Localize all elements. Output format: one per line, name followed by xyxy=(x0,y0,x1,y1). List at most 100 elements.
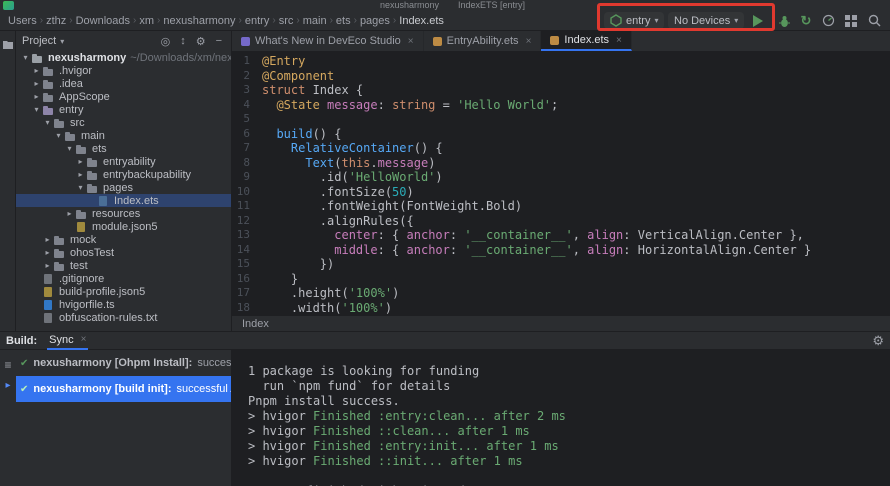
project-tree[interactable]: ▾nexusharmony~/Downloads/xm/nexusharmony… xyxy=(16,51,231,324)
tab-label: EntryAbility.ets xyxy=(447,35,519,47)
breadcrumb-item[interactable]: pages xyxy=(360,15,390,27)
chevron-icon[interactable]: ▸ xyxy=(75,157,86,166)
tree-item[interactable]: module.json5 xyxy=(16,220,231,233)
editor-tab[interactable]: EntryAbility.ets × xyxy=(424,31,542,51)
profiler-button[interactable] xyxy=(820,13,836,28)
breadcrumb-item[interactable]: Downloads xyxy=(76,15,130,27)
breadcrumb-item[interactable]: src xyxy=(279,15,294,27)
code-line[interactable]: 1@Entry xyxy=(232,54,890,69)
tree-item[interactable]: ▸ohosTest xyxy=(16,246,231,259)
build-settings-gear-icon[interactable]: ⚙ xyxy=(872,333,884,349)
tree-item[interactable]: ▾pages xyxy=(16,181,231,194)
locate-file-icon[interactable]: ◎ xyxy=(158,35,174,48)
breadcrumb-item[interactable]: entry xyxy=(245,15,269,27)
chevron-icon[interactable]: ▾ xyxy=(64,144,75,153)
module-selector[interactable]: entry ▾ xyxy=(604,12,664,29)
build-run-list[interactable]: ✔nexusharmony [Ohpm Install]: successful… xyxy=(16,350,232,486)
breadcrumb-item[interactable]: ets xyxy=(336,15,351,27)
hide-panel-icon[interactable]: − xyxy=(213,35,225,47)
sync-button[interactable]: ↻ xyxy=(798,13,814,28)
code-line[interactable]: 4 @State message: string = 'Hello World'… xyxy=(232,98,890,113)
tree-item[interactable]: ▸mock xyxy=(16,233,231,246)
code-line[interactable]: 5 xyxy=(232,112,890,127)
editor-tab[interactable]: What's New in DevEco Studio× xyxy=(232,31,424,51)
tree-item[interactable]: hvigorfile.ts xyxy=(16,298,231,311)
tree-item[interactable]: ▾ets xyxy=(16,142,231,155)
breadcrumb-separator: › xyxy=(272,15,275,26)
code-line[interactable]: 16 } xyxy=(232,272,890,287)
tree-item[interactable]: ▾entry xyxy=(16,103,231,116)
project-tool-icon[interactable] xyxy=(2,37,14,55)
chevron-icon[interactable]: ▸ xyxy=(31,79,42,88)
chevron-icon[interactable]: ▸ xyxy=(31,66,42,75)
tree-item[interactable]: ▸test xyxy=(16,259,231,272)
close-icon[interactable]: × xyxy=(408,36,414,47)
code-line[interactable]: 3struct Index { xyxy=(232,83,890,98)
tree-item[interactable]: ▸entryability xyxy=(16,155,231,168)
tree-item[interactable]: ▾main xyxy=(16,129,231,142)
breadcrumb-item[interactable]: main xyxy=(303,15,327,27)
tree-item[interactable]: ▸AppScope xyxy=(16,90,231,103)
debug-button[interactable] xyxy=(776,13,792,28)
editor-breadcrumb-item[interactable]: Index xyxy=(242,318,269,330)
tree-item[interactable]: ▾nexusharmony~/Downloads/xm/nexusharmony xyxy=(16,51,231,64)
breadcrumb-item[interactable]: xm xyxy=(139,15,154,27)
chevron-icon[interactable]: ▾ xyxy=(42,118,53,127)
code-line[interactable]: 6 build() { xyxy=(232,127,890,142)
editor-tab[interactable]: Index.ets× xyxy=(541,31,631,51)
close-icon[interactable]: × xyxy=(526,36,532,47)
run-button[interactable] xyxy=(750,13,766,28)
tree-item[interactable]: ▸.idea xyxy=(16,77,231,90)
code-line[interactable]: 9 .id('HelloWorld') xyxy=(232,170,890,185)
chevron-icon[interactable]: ▸ xyxy=(42,235,53,244)
search-button[interactable] xyxy=(866,13,882,28)
build-run-item[interactable]: ✔nexusharmony [Ohpm Install]: successful… xyxy=(16,350,231,376)
code-line[interactable]: 2@Component xyxy=(232,69,890,84)
close-icon[interactable]: × xyxy=(81,334,87,345)
code-line[interactable]: 8 Text(this.message) xyxy=(232,156,890,171)
project-panel-title[interactable]: Project xyxy=(22,35,56,47)
close-icon[interactable]: × xyxy=(616,35,622,46)
code-line[interactable]: 14 middle: { anchor: '__container__', al… xyxy=(232,243,890,258)
code-line[interactable]: 17 .height('100%') xyxy=(232,286,890,301)
tree-item[interactable]: .gitignore xyxy=(16,272,231,285)
chevron-icon[interactable]: ▸ xyxy=(31,92,42,101)
panel-settings-gear-icon[interactable]: ⚙ xyxy=(193,35,209,48)
tool-windows-button[interactable] xyxy=(843,13,859,28)
device-selector[interactable]: No Devices ▾ xyxy=(668,12,744,29)
chevron-icon[interactable]: ▾ xyxy=(53,131,64,140)
code-line[interactable]: 13 center: { anchor: '__container__', al… xyxy=(232,228,890,243)
build-run-item[interactable]: ✔nexusharmony [build init]: successful A… xyxy=(16,376,231,402)
filter-icon[interactable]: ≡ xyxy=(2,358,14,372)
breadcrumb-item[interactable]: Users xyxy=(8,15,37,27)
code-line[interactable]: 15 }) xyxy=(232,257,890,272)
tree-item[interactable]: obfuscation-rules.txt xyxy=(16,311,231,324)
chevron-icon[interactable]: ▸ xyxy=(64,209,75,218)
breadcrumb-item[interactable]: zthz xyxy=(46,15,66,27)
breadcrumb-item[interactable]: nexusharmony xyxy=(163,15,235,27)
code-line[interactable]: 12 .alignRules({ xyxy=(232,214,890,229)
chevron-icon[interactable]: ▾ xyxy=(20,53,31,62)
chevron-icon[interactable]: ▾ xyxy=(31,105,42,114)
build-console[interactable]: 1 package is looking for funding run `np… xyxy=(232,350,890,486)
chevron-icon[interactable]: ▸ xyxy=(42,261,53,270)
tree-item[interactable]: ▸entrybackupability xyxy=(16,168,231,181)
tree-item[interactable]: ▸ .hvigor xyxy=(16,64,231,77)
expand-collapse-icon[interactable]: ↕ xyxy=(177,35,189,47)
code-line[interactable]: 7 RelativeContainer() { xyxy=(232,141,890,156)
folder-icon xyxy=(53,247,66,259)
code-line[interactable]: 10 .fontSize(50) xyxy=(232,185,890,200)
tree-item[interactable]: ▾src xyxy=(16,116,231,129)
tree-item[interactable]: build-profile.json5 xyxy=(16,285,231,298)
tree-label: .hvigor xyxy=(59,65,92,77)
code-line[interactable]: 11 .fontWeight(FontWeight.Bold) xyxy=(232,199,890,214)
chevron-icon[interactable]: ▾ xyxy=(75,183,86,192)
code-editor[interactable]: 1@Entry2@Component3struct Index {4 @Stat… xyxy=(232,52,890,315)
tree-item[interactable]: ▸resources xyxy=(16,207,231,220)
chevron-icon[interactable]: ▸ xyxy=(42,248,53,257)
chevron-icon[interactable]: ▸ xyxy=(75,170,86,179)
code-line[interactable]: 18 .width('100%') xyxy=(232,301,890,316)
tab-sync[interactable]: Sync × xyxy=(47,332,88,350)
tree-item[interactable]: Index.ets xyxy=(16,194,231,207)
breadcrumb-item[interactable]: Index.ets xyxy=(399,15,444,27)
